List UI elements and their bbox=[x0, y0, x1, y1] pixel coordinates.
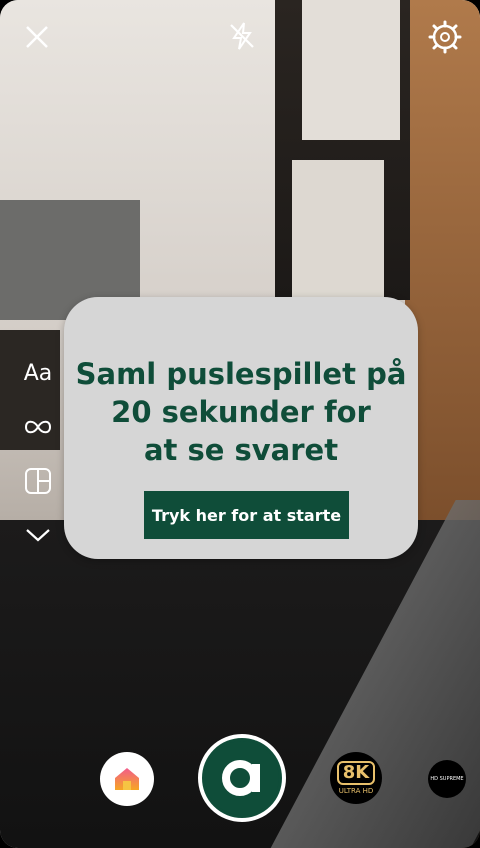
home-filter-button[interactable] bbox=[100, 752, 154, 806]
hd-label: HD SUPREME bbox=[430, 776, 464, 782]
card-title-line-2: 20 sekunder for bbox=[111, 395, 371, 429]
text-icon: Aa bbox=[23, 360, 53, 386]
background-door-glass-top bbox=[302, 0, 400, 140]
start-button[interactable]: Tryk her for at starte bbox=[144, 491, 349, 539]
card-title: Saml puslespillet på 20 sekunder for at … bbox=[64, 355, 418, 469]
loop-tool-button[interactable] bbox=[20, 409, 56, 445]
infinity-icon bbox=[24, 420, 52, 434]
flash-off-icon[interactable] bbox=[224, 18, 260, 54]
chevron-down-icon bbox=[26, 529, 50, 542]
card-title-line-3: at se svaret bbox=[143, 433, 339, 467]
layout-icon bbox=[25, 468, 51, 494]
8k-sub-label: ULTRA HD bbox=[338, 787, 374, 795]
shutter-button[interactable] bbox=[198, 734, 286, 822]
camera-screen: Aa Saml puslespillet på 20 sekunder for … bbox=[0, 0, 480, 848]
gear-icon[interactable] bbox=[426, 18, 464, 56]
puzzle-prompt-card: Saml puslespillet på 20 sekunder for at … bbox=[64, 297, 418, 559]
background-door-glass-bottom bbox=[292, 160, 384, 300]
brand-a-icon bbox=[222, 760, 260, 796]
shutter-inner bbox=[205, 741, 279, 815]
8k-label: 8K bbox=[336, 761, 376, 785]
bottom-bar: 8K ULTRA HD HD SUPREME bbox=[0, 730, 480, 830]
layout-tool-button[interactable] bbox=[20, 463, 56, 499]
text-tool-button[interactable]: Aa bbox=[20, 355, 56, 391]
home-icon bbox=[115, 768, 139, 790]
close-icon[interactable] bbox=[20, 20, 54, 54]
hd-filter-button[interactable]: HD SUPREME bbox=[428, 760, 466, 798]
8k-filter-button[interactable]: 8K ULTRA HD bbox=[330, 752, 382, 804]
left-toolbar: Aa bbox=[20, 355, 56, 571]
card-title-line-1: Saml puslespillet på bbox=[75, 357, 407, 391]
more-tools-button[interactable] bbox=[20, 517, 56, 553]
